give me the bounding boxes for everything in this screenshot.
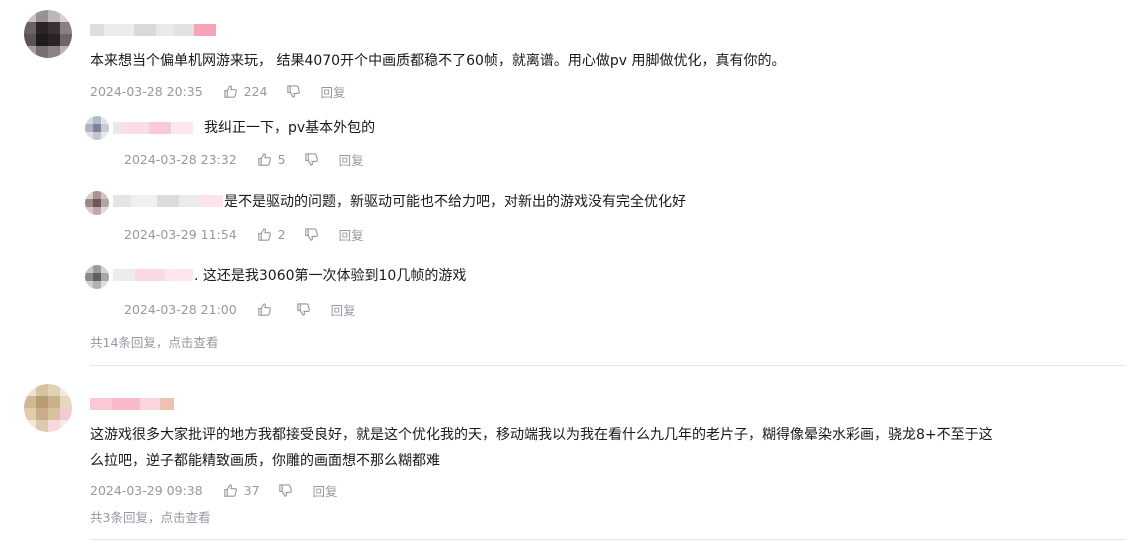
divider: [90, 539, 1126, 540]
comment-time: 2024-03-29 09:38: [90, 483, 203, 498]
view-more-replies[interactable]: 共14条回复，点击查看: [90, 332, 218, 351]
like-button[interactable]: 37: [223, 483, 260, 498]
like-button[interactable]: [257, 302, 278, 317]
avatar[interactable]: [24, 10, 72, 58]
thumbs-down-icon: [286, 85, 300, 98]
reply-button[interactable]: 回复: [339, 225, 364, 244]
thumbs-down-icon: [304, 228, 318, 241]
comment-meta: 2024-03-29 09:38 37 回复: [90, 481, 338, 500]
reply-text: 我纠正一下，pv基本外包的: [204, 120, 376, 136]
reply-time: 2024-03-28 21:00: [124, 302, 237, 317]
reply-meta: 2024-03-29 11:54 2 回复: [124, 225, 364, 244]
like-button[interactable]: 2: [257, 227, 286, 242]
reply-username-blurred[interactable]: [113, 195, 223, 207]
view-more-replies[interactable]: 共3条回复，点击查看: [90, 507, 210, 526]
like-button[interactable]: 224: [223, 84, 268, 99]
thumbs-up-icon: [257, 228, 271, 241]
reply-time: 2024-03-29 11:54: [124, 227, 237, 242]
thumbs-down-icon: [278, 484, 292, 497]
reply-button[interactable]: 回复: [321, 82, 346, 101]
like-count: 5: [277, 152, 286, 167]
reply-avatar[interactable]: [85, 191, 109, 215]
like-count: 224: [243, 84, 268, 99]
thumbs-up-icon: [257, 303, 271, 316]
reply-button[interactable]: 回复: [331, 300, 356, 319]
reply-text: . 这还是我3060第一次体验到10几帧的游戏: [194, 268, 467, 284]
divider: [90, 365, 1126, 366]
thumbs-up-icon: [257, 153, 271, 166]
dislike-button[interactable]: [304, 227, 319, 242]
like-count: 37: [243, 483, 260, 498]
thumbs-up-icon: [223, 85, 237, 98]
reply-meta: 2024-03-28 23:32 5 回复: [124, 150, 364, 169]
reply-avatar[interactable]: [85, 265, 109, 289]
comment-time: 2024-03-28 20:35: [90, 84, 203, 99]
avatar[interactable]: [24, 384, 72, 432]
comment-text-line-1: 这游戏很多大家批评的地方我都接受良好，就是这个优化我的天，移动端我以为我在看什么…: [90, 427, 993, 443]
like-button[interactable]: 5: [257, 152, 286, 167]
reply-username-blurred[interactable]: [113, 122, 193, 134]
reply-button[interactable]: 回复: [313, 481, 338, 500]
reply-text: 是不是驱动的问题，新驱动可能也不给力吧，对新出的游戏没有完全优化好: [224, 194, 686, 210]
comment-text: 本来想当个偏单机网游来玩， 结果4070开个中画质都稳不了60帧，就离谱。用心做…: [90, 53, 786, 69]
thumbs-down-icon: [296, 303, 310, 316]
reply-username-blurred[interactable]: [113, 269, 193, 281]
comment-text-line-2: 么拉吧，逆子都能精致画质，你雕的画面想不那么糊都难: [90, 453, 440, 469]
username-blurred[interactable]: [90, 398, 174, 410]
username-blurred[interactable]: [90, 24, 216, 36]
reply-button[interactable]: 回复: [339, 150, 364, 169]
reply-avatar[interactable]: [85, 116, 109, 140]
like-count: 2: [277, 227, 286, 242]
dislike-button[interactable]: [286, 84, 301, 99]
thumbs-up-icon: [223, 484, 237, 497]
comment-meta: 2024-03-28 20:35 224 回复: [90, 82, 346, 101]
dislike-button[interactable]: [278, 483, 293, 498]
reply-time: 2024-03-28 23:32: [124, 152, 237, 167]
dislike-button[interactable]: [296, 302, 311, 317]
thumbs-down-icon: [304, 153, 318, 166]
dislike-button[interactable]: [304, 152, 319, 167]
reply-meta: 2024-03-28 21:00 回复: [124, 300, 356, 319]
